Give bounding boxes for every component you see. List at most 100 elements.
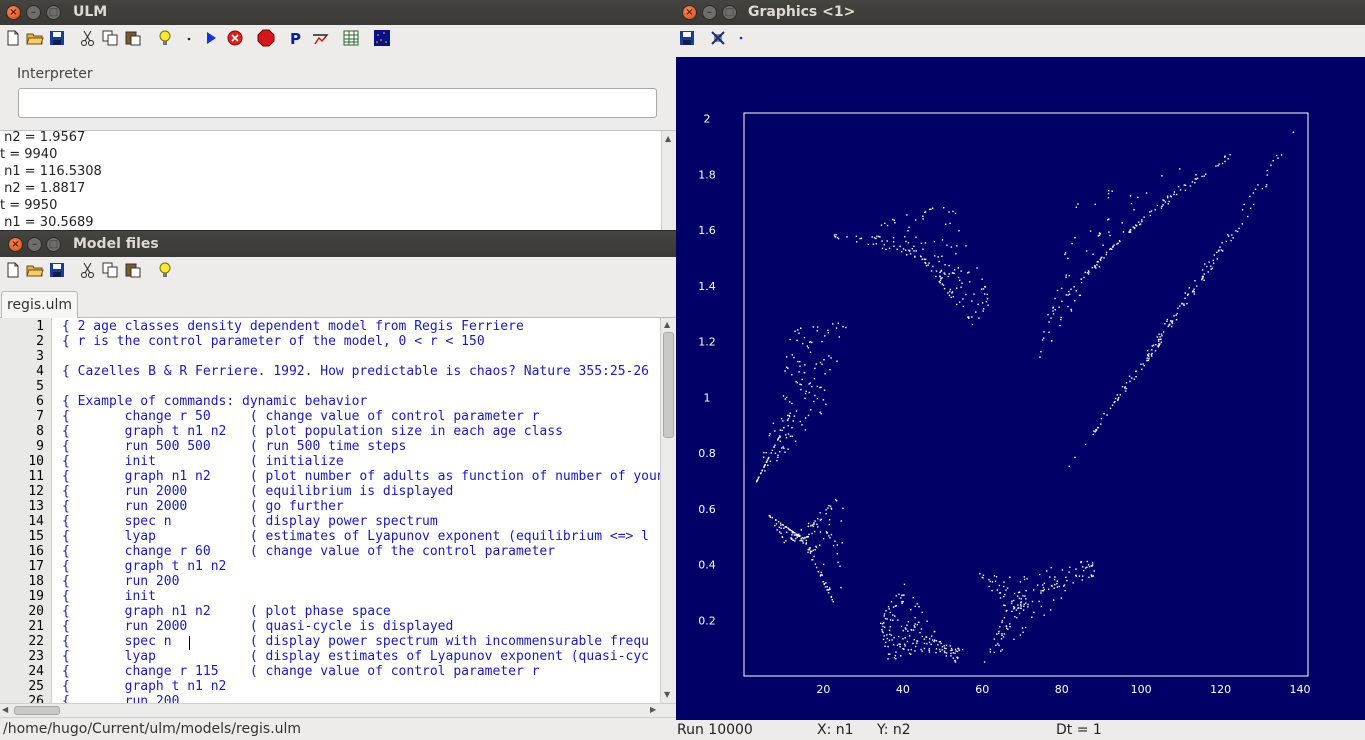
scatter-point <box>886 634 888 636</box>
x-tick-label: 120 <box>1210 683 1231 696</box>
tab-label: regis.ulm <box>7 297 72 313</box>
scroll-up-arrow[interactable]: ▲ <box>665 134 671 143</box>
close-button[interactable]: × <box>682 5 697 20</box>
code-line: { run 200 <box>62 574 180 589</box>
run-icon[interactable] <box>202 29 220 47</box>
cut-icon[interactable] <box>79 29 97 47</box>
scatter-point <box>1158 333 1160 335</box>
minimize-button[interactable]: – <box>702 5 717 20</box>
scatter-point <box>1113 244 1115 246</box>
scatter-point <box>1023 576 1025 578</box>
scatter-point <box>769 460 772 462</box>
scatter-point <box>1037 584 1039 586</box>
scatter-point <box>1162 331 1165 333</box>
scatter-point <box>1184 189 1187 192</box>
table-icon[interactable] <box>342 29 360 47</box>
scroll-right-arrow[interactable]: ▶ <box>650 705 656 714</box>
scatter-point <box>878 235 880 238</box>
paste-icon[interactable] <box>124 261 142 279</box>
scatter-point <box>939 279 942 282</box>
scatter-point <box>925 264 928 267</box>
scroll-left-arrow[interactable]: ◀ <box>2 705 8 714</box>
scatter-point <box>1023 578 1026 581</box>
scatter-point <box>1065 276 1067 278</box>
scatter-point <box>943 645 945 647</box>
output-scrollbar[interactable]: ▲ <box>661 131 676 230</box>
graphics-window-icon[interactable] <box>373 29 391 47</box>
open-folder-icon[interactable] <box>26 261 44 279</box>
scatter-point <box>1175 314 1177 316</box>
minimize-button[interactable]: – <box>27 237 42 252</box>
interpreter-input[interactable] <box>18 88 657 118</box>
paste-icon[interactable] <box>124 29 142 47</box>
scatter-point <box>1173 315 1175 317</box>
scatter-point <box>825 582 827 584</box>
scatter-point <box>815 546 818 548</box>
scatter-point <box>951 291 954 293</box>
scatter-point <box>1149 214 1152 217</box>
scatter-point <box>954 648 957 651</box>
scatter-point <box>1192 290 1194 292</box>
scroll-down-arrow[interactable]: ▼ <box>664 690 670 699</box>
phase-space-plot[interactable]: 20 40 60 80 100 120 140 0.2 0.4 0.6 0.8 1 1.2 1.4 1.6 1… <box>676 57 1365 720</box>
scatter-point <box>1024 595 1026 597</box>
scatter-point <box>812 326 814 328</box>
code-editor[interactable]: 1 2 3 4 5 6 7 8 9 10 11 12 13 14 15 16 17 18 19 20 21 22 23 24 2… <box>0 318 676 703</box>
scatter-point <box>1194 182 1196 184</box>
scatter-point <box>1105 251 1108 254</box>
scatter-point <box>779 440 781 442</box>
scroll-thumb[interactable] <box>663 332 674 438</box>
scatter-point <box>1039 356 1041 358</box>
cut-icon[interactable] <box>79 261 97 279</box>
scatter-point <box>875 237 877 240</box>
scatter-point <box>827 329 829 331</box>
maximize-button[interactable]: □ <box>46 237 61 252</box>
scatter-point <box>967 272 969 274</box>
scatter-point <box>1230 239 1232 242</box>
halt-icon[interactable] <box>257 29 275 47</box>
scroll-thumb[interactable] <box>14 706 60 715</box>
scatter-point <box>1167 203 1169 205</box>
code-text[interactable]: { 2 age classes density dependent model … <box>62 318 660 703</box>
scatter-point <box>1027 603 1029 606</box>
scatter-point <box>786 366 788 368</box>
minimize-button[interactable]: – <box>26 5 41 20</box>
plot-settings-icon[interactable] <box>311 29 329 47</box>
lightbulb-icon[interactable] <box>156 261 174 279</box>
scatter-point <box>1247 215 1249 218</box>
stop-icon[interactable] <box>226 29 244 47</box>
close-button[interactable]: × <box>8 237 23 252</box>
dot-icon[interactable] <box>180 29 198 47</box>
scatter-point <box>945 652 948 654</box>
scatter-point <box>819 361 822 364</box>
close-button[interactable]: × <box>6 5 21 20</box>
new-file-icon[interactable] <box>4 261 22 279</box>
open-folder-icon[interactable] <box>26 29 44 47</box>
scroll-up-arrow[interactable]: ▲ <box>664 320 670 329</box>
save-icon[interactable] <box>678 29 696 47</box>
copy-icon[interactable] <box>101 29 119 47</box>
x-tick-label: 100 <box>1131 683 1152 696</box>
code-vertical-scrollbar[interactable]: ▲ ▼ <box>660 318 676 703</box>
maximize-button[interactable]: □ <box>46 5 61 20</box>
scatter-point <box>1022 631 1024 633</box>
scatter-point <box>822 538 825 540</box>
scatter-point <box>1184 292 1186 294</box>
lightbulb-icon[interactable] <box>156 29 174 47</box>
parameter-icon[interactable]: P <box>287 29 305 47</box>
clear-icon[interactable] <box>709 29 727 47</box>
maximize-button[interactable]: □ <box>722 5 737 20</box>
scatter-point <box>800 538 802 540</box>
scatter-point <box>1227 234 1229 236</box>
code-horizontal-scrollbar[interactable]: ◀ ▶ <box>0 703 676 717</box>
copy-icon[interactable] <box>101 261 119 279</box>
scatter-point <box>1042 586 1045 589</box>
save-icon[interactable] <box>48 261 66 279</box>
new-file-icon[interactable] <box>4 29 22 47</box>
scatter-point <box>905 249 907 251</box>
tab-regis-ulm[interactable]: regis.ulm <box>1 291 78 319</box>
scatter-point <box>783 447 785 450</box>
dot-icon[interactable] <box>732 29 750 47</box>
scatter-point <box>950 655 952 657</box>
save-icon[interactable] <box>48 29 66 47</box>
